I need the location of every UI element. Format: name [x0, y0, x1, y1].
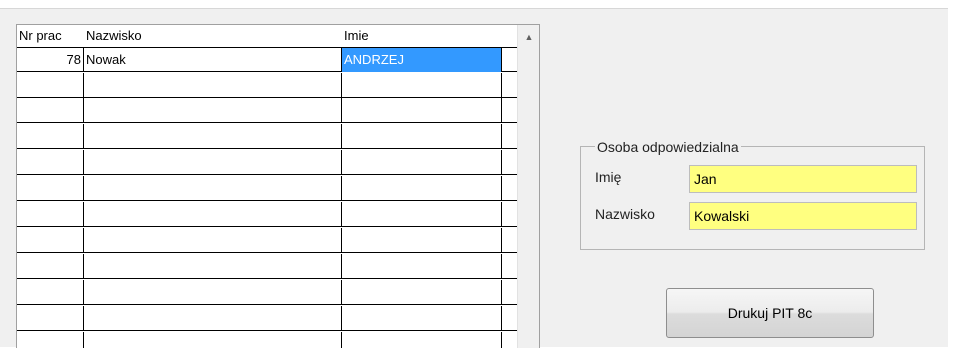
cell-filler [502, 202, 517, 226]
cell-imie[interactable] [342, 98, 502, 122]
cell-imie[interactable] [342, 332, 502, 348]
cell-imie[interactable] [342, 202, 502, 226]
cell-nr-prac[interactable] [17, 254, 84, 278]
cell-filler [502, 254, 517, 278]
last-name-field[interactable]: Kowalski [689, 202, 917, 230]
table-row[interactable] [17, 73, 517, 98]
table-row[interactable] [17, 98, 517, 123]
cell-imie[interactable] [342, 176, 502, 200]
cell-nr-prac[interactable] [17, 306, 84, 330]
group-title: Osoba odpowiedzialna [595, 139, 741, 155]
cell-nr-prac[interactable] [17, 332, 84, 348]
cell-imie[interactable] [342, 124, 502, 148]
cell-imie-selected[interactable]: ANDRZEJ [342, 48, 502, 72]
last-name-label: Nazwisko [595, 206, 655, 222]
table-row[interactable] [17, 306, 517, 331]
cell-imie[interactable] [342, 73, 502, 97]
triangle-up-icon[interactable]: ▲ [523, 31, 535, 43]
table-row[interactable] [17, 202, 517, 227]
cell-filler [502, 306, 517, 330]
column-header-nazwisko[interactable]: Nazwisko [84, 25, 342, 47]
column-header-nr-prac[interactable]: Nr prac [17, 25, 84, 47]
employee-grid[interactable]: Nr prac Nazwisko Imie 78 Nowak ANDRZEJ ▲ [16, 24, 540, 348]
cell-filler [502, 98, 517, 122]
cell-nazwisko[interactable] [84, 176, 342, 200]
cell-nazwisko[interactable] [84, 280, 342, 304]
cell-nr-prac[interactable] [17, 98, 84, 122]
cell-filler [502, 280, 517, 304]
app-panel: Nr prac Nazwisko Imie 78 Nowak ANDRZEJ ▲… [0, 9, 948, 348]
cell-nazwisko[interactable] [84, 150, 342, 174]
cell-nazwisko[interactable] [84, 98, 342, 122]
cell-nr-prac[interactable] [17, 176, 84, 200]
column-header-imie[interactable]: Imie [342, 25, 502, 47]
cell-filler [502, 176, 517, 200]
print-pit-8c-button[interactable]: Drukuj PIT 8c [666, 288, 874, 338]
table-row[interactable]: 78 Nowak ANDRZEJ [17, 47, 517, 72]
cell-nr-prac[interactable] [17, 150, 84, 174]
cell-imie[interactable] [342, 150, 502, 174]
cell-imie[interactable] [342, 254, 502, 278]
cell-imie[interactable] [342, 228, 502, 252]
first-name-field[interactable]: Jan [689, 165, 917, 193]
cell-filler [502, 73, 517, 97]
vertical-scrollbar[interactable]: ▲ [517, 25, 539, 348]
first-name-label: Imię [595, 169, 622, 185]
grid-header: Nr prac Nazwisko Imie [17, 25, 517, 47]
cell-nazwisko[interactable] [84, 306, 342, 330]
table-row[interactable] [17, 176, 517, 201]
table-row[interactable] [17, 254, 517, 279]
cell-nazwisko[interactable] [84, 202, 342, 226]
cell-nr-prac[interactable]: 78 [17, 48, 84, 72]
cell-nazwisko[interactable] [84, 332, 342, 348]
table-row[interactable] [17, 150, 517, 175]
table-row[interactable] [17, 332, 517, 348]
cell-nr-prac[interactable] [17, 124, 84, 148]
table-row[interactable] [17, 280, 517, 305]
cell-nazwisko[interactable] [84, 73, 342, 97]
cell-nazwisko[interactable] [84, 124, 342, 148]
cell-nazwisko[interactable] [84, 254, 342, 278]
cell-nr-prac[interactable] [17, 228, 84, 252]
cell-nr-prac[interactable] [17, 202, 84, 226]
cell-imie[interactable] [342, 280, 502, 304]
table-row[interactable] [17, 124, 517, 149]
table-row[interactable] [17, 228, 517, 253]
cell-filler [502, 332, 517, 348]
cell-nr-prac[interactable] [17, 280, 84, 304]
cell-filler [502, 150, 517, 174]
cell-nazwisko[interactable] [84, 228, 342, 252]
responsible-person-group: Osoba odpowiedzialna Imię Jan Nazwisko K… [580, 139, 925, 250]
top-border [0, 0, 948, 9]
cell-nr-prac[interactable] [17, 73, 84, 97]
cell-filler [502, 124, 517, 148]
cell-filler [502, 48, 517, 72]
cell-nazwisko[interactable]: Nowak [84, 48, 342, 72]
cell-filler [502, 228, 517, 252]
cell-imie[interactable] [342, 306, 502, 330]
